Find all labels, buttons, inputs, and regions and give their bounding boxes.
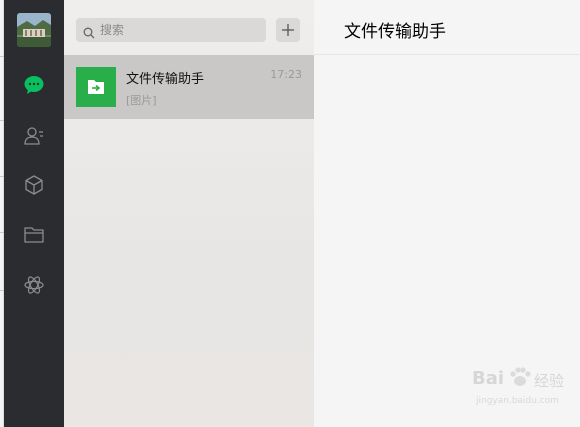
watermark-url: jingyan.baidu.com — [476, 396, 560, 406]
chat-time: 17:23 — [270, 68, 302, 81]
file-transfer-icon — [88, 80, 104, 94]
page-title: 文件传输助手 — [344, 22, 446, 42]
navigation-sidebar — [4, 0, 64, 427]
chat-name: 文件传输助手 — [126, 72, 205, 87]
avatar[interactable] — [17, 13, 51, 47]
chat-bubble-icon[interactable] — [23, 74, 45, 96]
add-button[interactable] — [276, 18, 300, 42]
paw-icon — [510, 367, 531, 386]
watermark-suffix: 经验 — [534, 372, 565, 390]
cube-icon[interactable] — [23, 174, 45, 196]
watermark-brand: Bai — [472, 368, 505, 389]
conversation-header: 文件传输助手 — [314, 0, 580, 55]
search-box[interactable] — [76, 18, 266, 42]
chat-list-item[interactable]: 文件传输助手 17:23 [图片] — [64, 55, 314, 119]
search-icon — [83, 24, 95, 39]
mini-program-icon[interactable] — [23, 274, 45, 296]
search-input[interactable] — [98, 18, 260, 42]
file-transfer-avatar — [76, 67, 116, 107]
avatar-image — [17, 13, 51, 47]
contacts-icon[interactable] — [23, 125, 45, 147]
chat-list-panel: 文件传输助手 17:23 [图片] — [64, 0, 314, 427]
plus-icon — [282, 24, 294, 36]
conversation-pane: 文件传输助手 Bai 经验 jingyan.baidu.com — [314, 0, 580, 427]
chat-preview: [图片] — [126, 94, 157, 107]
watermark: Bai 经验 jingyan.baidu.com — [472, 364, 580, 414]
folder-icon[interactable] — [23, 224, 45, 246]
